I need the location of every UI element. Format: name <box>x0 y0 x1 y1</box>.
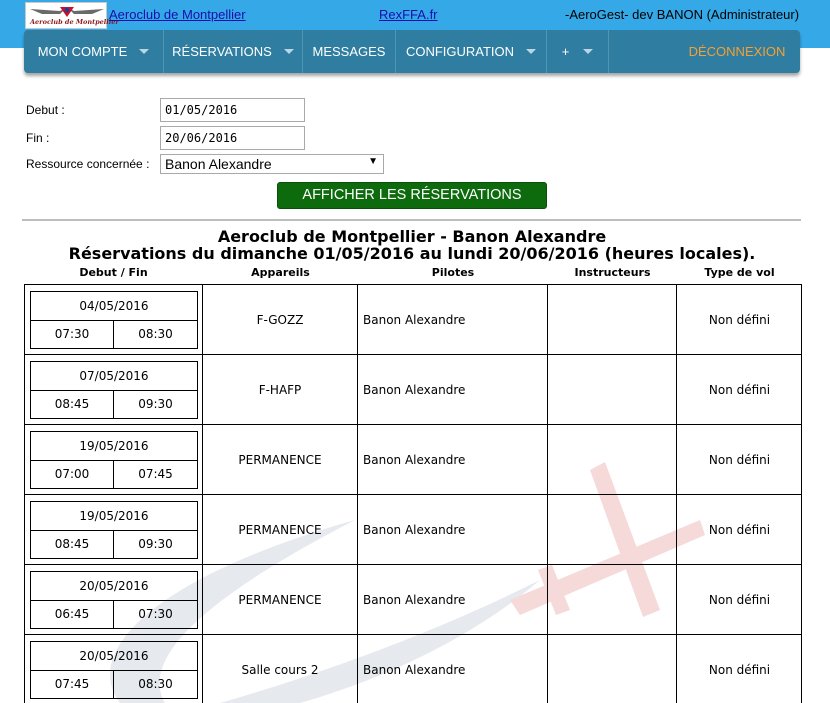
appareil-cell: F-HAFP <box>203 355 358 424</box>
reservation-date: 20/05/2016 <box>31 642 197 671</box>
date-cell: 20/05/2016 07:45 08:30 <box>25 635 203 703</box>
rexffa-link[interactable]: RexFFA.fr <box>379 7 438 22</box>
divider <box>22 219 801 221</box>
date-cell: 19/05/2016 07:00 07:45 <box>25 425 203 494</box>
date-box: 07/05/2016 08:45 09:30 <box>30 361 198 419</box>
reservation-start: 06:45 <box>31 601 114 628</box>
club-link[interactable]: Aeroclub de Montpellier <box>109 7 246 22</box>
date-cell: 19/05/2016 08:45 09:30 <box>25 495 203 564</box>
instructeur-cell <box>548 635 677 703</box>
column-header-type: Type de vol <box>704 266 775 279</box>
type-vol-cell: Non défini <box>708 662 771 677</box>
nav-messages[interactable]: MESSAGES <box>303 30 396 73</box>
report-subtitle: Réservations du dimanche 01/05/2016 au l… <box>68 244 756 263</box>
appareil-cell: PERMANENCE <box>203 565 358 634</box>
reservation-end: 07:30 <box>138 607 173 621</box>
reservation-start: 07:45 <box>31 671 114 698</box>
debut-label: Debut : <box>26 103 65 117</box>
reservation-end: 09:30 <box>138 537 173 551</box>
table-row: 20/05/2016 07:45 08:30 Salle cours 2 Ban… <box>24 634 802 703</box>
resource-select[interactable]: Banon Alexandre ▼ <box>160 154 384 174</box>
type-vol-cell: Non défini <box>708 382 771 397</box>
type-vol-cell: Non défini <box>708 452 771 467</box>
appareil-cell: F-GOZZ <box>203 285 358 354</box>
fin-input[interactable]: 20/06/2016 <box>160 126 305 150</box>
table-row: 20/05/2016 06:45 07:30 PERMANENCE Banon … <box>24 564 802 634</box>
pilote-cell: Banon Alexandre <box>358 635 548 703</box>
fin-label: Fin : <box>26 131 50 145</box>
reservation-end: 08:30 <box>138 677 173 691</box>
dropdown-arrow-icon: ▼ <box>368 156 378 167</box>
table-row: 19/05/2016 08:45 09:30 PERMANENCE Banon … <box>24 494 802 564</box>
pilote-cell: Banon Alexandre <box>358 425 548 494</box>
nav-label: RÉSERVATIONS <box>172 44 272 59</box>
reservation-end: 09:30 <box>138 397 173 411</box>
nav-label: CONFIGURATION <box>405 44 515 59</box>
instructeur-cell <box>548 285 677 354</box>
instructeur-cell <box>548 425 677 494</box>
main-nav: MON COMPTE RÉSERVATIONS MESSAGES CONFIGU… <box>24 30 800 73</box>
column-header-instructeurs: Instructeurs <box>574 266 651 279</box>
nav-label: + <box>561 44 570 59</box>
date-box: 19/05/2016 08:45 09:30 <box>30 501 198 559</box>
column-header-appareils: Appareils <box>251 266 310 279</box>
date-box: 04/05/2016 07:30 08:30 <box>30 291 198 349</box>
resource-label: Ressource concernée : <box>26 157 150 171</box>
debut-input[interactable]: 01/05/2016 <box>160 98 305 122</box>
instructeur-cell <box>548 355 677 424</box>
column-header-date: Debut / Fin <box>79 266 148 279</box>
nav-plus[interactable]: + <box>547 30 609 73</box>
reservation-start: 07:30 <box>31 321 114 348</box>
date-cell: 07/05/2016 08:45 09:30 <box>25 355 203 424</box>
pilote-cell: Banon Alexandre <box>358 565 548 634</box>
appareil-cell: Salle cours 2 <box>203 635 358 703</box>
caret-down-icon <box>526 49 537 54</box>
date-cell: 04/05/2016 07:30 08:30 <box>25 285 203 354</box>
nav-label: MESSAGES <box>312 44 386 59</box>
nav-reservations[interactable]: RÉSERVATIONS <box>164 30 303 73</box>
instructeur-cell <box>548 495 677 564</box>
column-header-pilotes: Pilotes <box>431 266 475 279</box>
resource-value: Banon Alexandre <box>165 156 272 172</box>
reservation-end: 08:30 <box>138 327 173 341</box>
pilote-cell: Banon Alexandre <box>358 285 548 354</box>
pilote-cell: Banon Alexandre <box>358 355 548 424</box>
table-row: 19/05/2016 07:00 07:45 PERMANENCE Banon … <box>24 424 802 494</box>
app-user-info: -AeroGest- dev BANON (Administrateur) <box>565 7 800 22</box>
reservation-end: 07:45 <box>138 467 173 481</box>
type-vol-cell: Non défini <box>708 522 771 537</box>
date-box: 19/05/2016 07:00 07:45 <box>30 431 198 489</box>
reservation-date: 07/05/2016 <box>31 362 197 391</box>
caret-down-icon <box>283 49 294 54</box>
reservations-table: 04/05/2016 07:30 08:30 F-GOZZ Banon Alex… <box>24 284 802 703</box>
reservation-start: 07:00 <box>31 461 114 488</box>
table-row: 04/05/2016 07:30 08:30 F-GOZZ Banon Alex… <box>24 284 802 354</box>
date-box: 20/05/2016 06:45 07:30 <box>30 571 198 629</box>
table-row: 07/05/2016 08:45 09:30 F-HAFP Banon Alex… <box>24 354 802 424</box>
pilote-cell: Banon Alexandre <box>358 495 548 564</box>
instructeur-cell <box>548 565 677 634</box>
date-cell: 20/05/2016 06:45 07:30 <box>25 565 203 634</box>
reservation-date: 04/05/2016 <box>31 292 197 321</box>
caret-down-icon <box>583 49 594 54</box>
reservation-date: 20/05/2016 <box>31 572 197 601</box>
type-vol-cell: Non défini <box>708 592 771 607</box>
nav-label: MON COMPTE <box>37 44 128 59</box>
show-reservations-button[interactable]: AFFICHER LES RÉSERVATIONS <box>277 182 547 209</box>
date-box: 20/05/2016 07:45 08:30 <box>30 641 198 699</box>
reservation-date: 19/05/2016 <box>31 432 197 461</box>
logo-text: Aeroclub de Montpellier <box>30 18 119 26</box>
nav-mon-compte[interactable]: MON COMPTE <box>24 30 164 73</box>
type-vol-cell: Non défini <box>708 312 771 327</box>
caret-down-icon <box>139 49 150 54</box>
reservation-date: 19/05/2016 <box>31 502 197 531</box>
club-logo[interactable]: Aeroclub de Montpellier <box>25 2 119 29</box>
reservation-start: 08:45 <box>31 531 114 558</box>
reservation-start: 08:45 <box>31 391 114 418</box>
nav-configuration[interactable]: CONFIGURATION <box>396 30 547 73</box>
appareil-cell: PERMANENCE <box>203 425 358 494</box>
appareil-cell: PERMANENCE <box>203 495 358 564</box>
nav-logout[interactable]: DÉCONNEXION <box>689 30 800 73</box>
